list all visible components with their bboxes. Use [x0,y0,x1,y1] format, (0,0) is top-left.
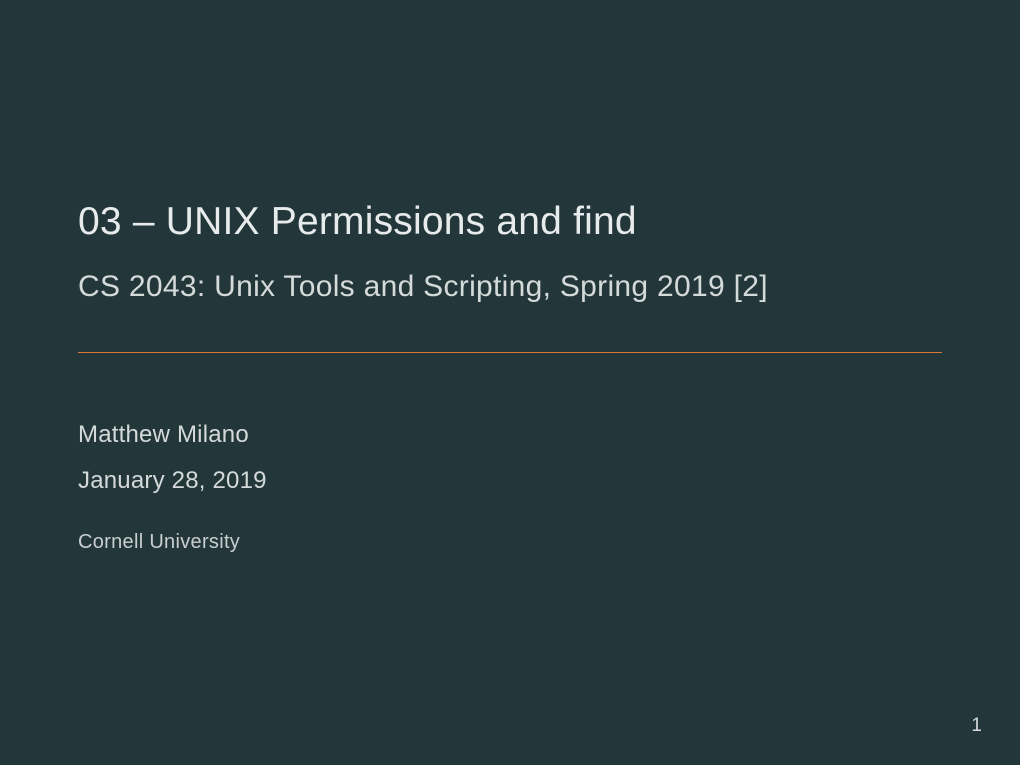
title-slide: 03 – UNIX Permissions and find CS 2043: … [0,0,1020,554]
author-name: Matthew Milano [78,421,942,449]
presentation-date: January 28, 2019 [78,467,942,495]
divider-line [78,352,942,353]
institution-name: Cornell University [78,531,942,554]
slide-title: 03 – UNIX Permissions and find [78,200,942,244]
slide-subtitle: CS 2043: Unix Tools and Scripting, Sprin… [78,270,942,304]
page-number: 1 [971,715,982,737]
